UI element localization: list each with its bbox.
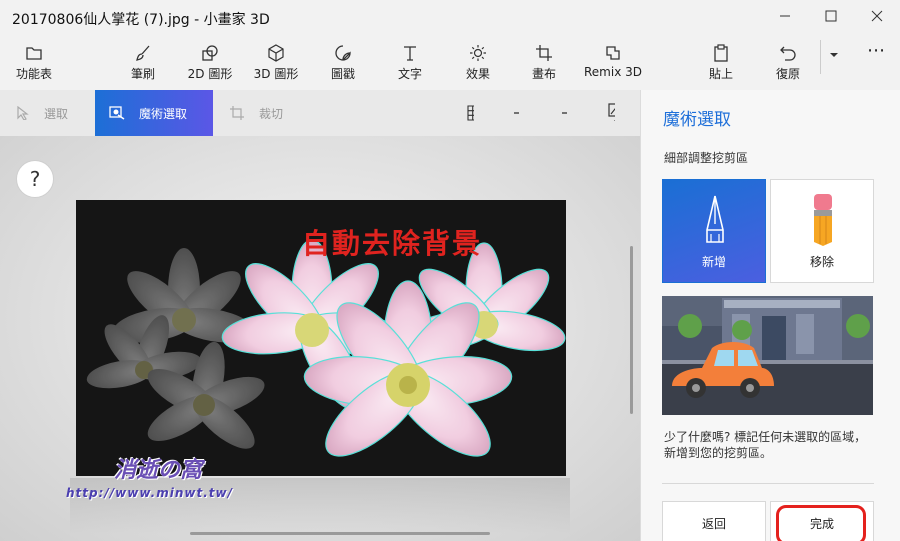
stickers-tool[interactable]: 圖戳 [311,44,375,82]
undo-label: 復原 [775,67,800,81]
magic-select-label: 魔術選取 [139,106,188,121]
cube-icon [268,44,284,62]
caret-down-icon [830,53,838,57]
more-icon: ⋯ [867,40,885,61]
zoom-out-button[interactable] [513,90,533,136]
pen-icon [706,195,724,243]
remix-label: Remix 3D [584,65,642,79]
brush-icon [136,45,150,61]
remix-icon [606,46,620,60]
remix-3d-tool[interactable]: Remix 3D [578,44,648,79]
cursor-icon [17,106,29,120]
tutorial-illustration [662,296,873,415]
close-icon [871,10,883,22]
maximize-icon [825,10,837,22]
done-highlight-annotation [776,505,866,541]
shapes-2d-icon [202,45,218,61]
minus-icon [514,112,519,114]
grid-toggle[interactable] [466,90,488,136]
text-tool[interactable]: 文字 [378,44,442,82]
image-view-icon [608,103,615,121]
back-label: 返回 [701,516,726,531]
help-icon: ? [29,167,41,191]
zoom-in-button[interactable] [561,90,581,136]
main-toolbar: 功能表 筆刷 2D 圖形 3D 圖形 圖戳 文字 效果 畫布 Remix 3D … [0,36,900,90]
vertical-scrollbar[interactable] [630,246,633,414]
crop-tool[interactable]: 裁切 [213,90,313,136]
folder-icon [26,47,42,60]
remove-label: 移除 [809,255,834,269]
plus-icon [562,112,567,114]
text-icon [404,46,416,61]
stickers-label: 圖戳 [330,67,355,81]
clipboard-icon [714,44,728,62]
brush-label: 筆刷 [130,67,155,81]
watermark-logo: 消逝の窩 [114,458,203,483]
add-label: 新增 [701,255,726,269]
magic-select-icon [109,106,125,120]
menu-label: 功能表 [15,67,52,81]
sun-icon [470,45,486,61]
more-button[interactable]: ⋯ [846,40,900,61]
remove-selection-button[interactable]: 移除 [770,179,874,283]
shapes-2d-label: 2D 圖形 [187,67,233,81]
help-button[interactable]: ? [16,160,54,198]
select-tool[interactable]: 選取 [0,90,95,136]
minimize-button[interactable] [762,0,808,32]
canvas-label: 畫布 [531,67,556,81]
eraser-icon [814,194,832,246]
horizontal-scrollbar[interactable] [190,532,490,535]
brush-tool[interactable]: 筆刷 [111,44,175,82]
crop-canvas-icon [536,45,552,61]
canvas-tool[interactable]: 畫布 [512,44,576,82]
panel-hint: 少了什麼嗎? 標記任何未選取的區域，新增到您的挖剪區。 [664,430,867,460]
view-options-button[interactable] [607,90,629,136]
undo-icon [780,46,796,61]
maximize-button[interactable] [808,0,854,32]
paste-label: 貼上 [708,67,733,81]
crop-icon [230,106,244,120]
add-selection-button[interactable]: 新增 [662,179,766,283]
paste-button[interactable]: 貼上 [689,44,753,82]
car-illustration [662,296,873,415]
panel-divider [662,483,874,484]
title-bar: 20170806仙人掌花 (7).jpg - 小畫家 3D [0,0,900,36]
select-label: 選取 [44,106,69,121]
selection-toolbar: 選取 魔術選取 裁切 [0,90,640,136]
toolbar-divider [820,40,821,74]
grid-icon [467,105,474,121]
sticker-icon [335,45,351,61]
panel-title: 魔術選取 [663,110,731,130]
panel-subtitle: 細部調整挖剪區 [664,151,749,165]
minimize-icon [780,15,790,17]
effects-tool[interactable]: 效果 [446,44,510,82]
back-button[interactable]: 返回 [662,501,766,541]
shapes-3d-tool[interactable]: 3D 圖形 [244,44,308,82]
shapes-3d-label: 3D 圖形 [253,67,299,81]
watermark-url: http://www.minwt.tw/ [66,486,233,500]
close-button[interactable] [854,0,900,32]
menu-button[interactable]: 功能表 [2,44,66,82]
effects-label: 效果 [465,67,490,81]
shapes-2d-tool[interactable]: 2D 圖形 [178,44,242,82]
text-label: 文字 [397,67,422,81]
window-title: 20170806仙人掌花 (7).jpg - 小畫家 3D [12,12,270,28]
annotation-text: 自動去除背景 [302,227,483,260]
crop-label: 裁切 [259,106,284,121]
magic-select-tool[interactable]: 魔術選取 [95,90,213,136]
